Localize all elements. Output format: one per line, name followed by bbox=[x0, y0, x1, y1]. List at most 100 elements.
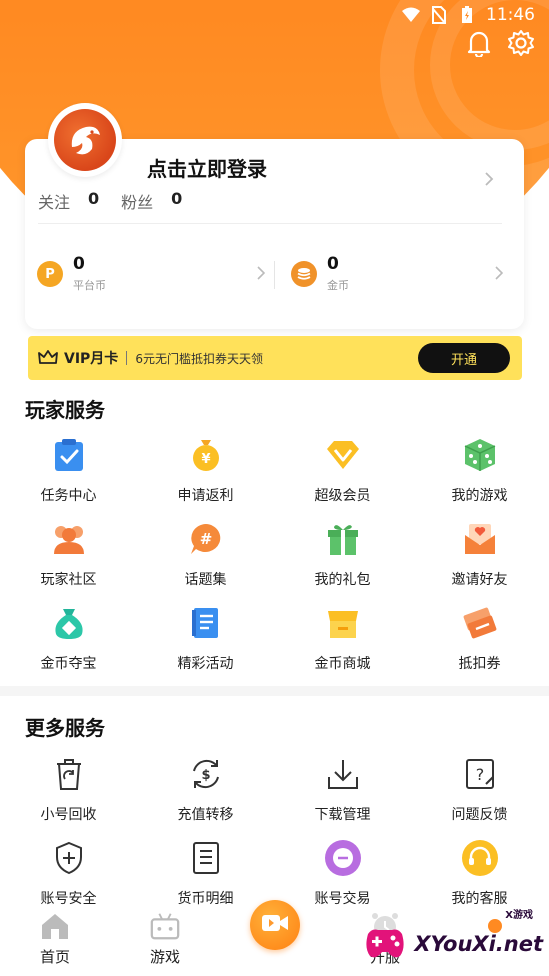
gold-coin-balance[interactable]: 0 金币 bbox=[291, 255, 349, 293]
service-apply-rebate[interactable]: ¥ 申请返利 bbox=[137, 435, 274, 519]
follow-stats: 关注 0 粉丝 0 bbox=[38, 189, 194, 213]
header-actions bbox=[465, 28, 535, 58]
service-invite-friends[interactable]: 邀请好友 bbox=[411, 519, 548, 603]
dice-icon bbox=[460, 435, 500, 475]
svg-text:?: ? bbox=[475, 765, 484, 784]
service-label: 玩家社区 bbox=[40, 572, 97, 588]
service-task-center[interactable]: 任务中心 bbox=[0, 435, 137, 519]
nav-games[interactable]: 游戏 bbox=[110, 906, 220, 976]
follow-label: 关注 bbox=[38, 193, 71, 212]
gold-coin-icon bbox=[291, 261, 317, 287]
gamepad-logo-icon bbox=[362, 922, 408, 966]
diamond-icon bbox=[323, 435, 363, 475]
service-label: 精彩活动 bbox=[177, 656, 234, 672]
game-icon bbox=[149, 910, 181, 942]
gold-coin-label: 金币 bbox=[327, 279, 349, 292]
fans-count[interactable]: 0 bbox=[171, 189, 182, 213]
login-prompt[interactable]: 点击立即登录 bbox=[147, 153, 267, 182]
chevron-right-icon bbox=[484, 171, 494, 192]
service-my-games[interactable]: 我的游戏 bbox=[411, 435, 548, 519]
headset-icon bbox=[460, 838, 500, 878]
vip-description: 6元无门槛抵扣券天天领 bbox=[135, 351, 263, 366]
clipboard-check-icon bbox=[49, 435, 89, 475]
fans-label: 粉丝 bbox=[121, 193, 154, 212]
feedback-icon: ? bbox=[460, 754, 500, 794]
service-topics[interactable]: # 话题集 bbox=[137, 519, 274, 603]
topic-hash-icon: # bbox=[186, 519, 226, 559]
watermark-text: XYouXi.net bbox=[414, 932, 543, 956]
service-label: 货币明细 bbox=[177, 891, 234, 907]
service-label: 充值转移 bbox=[177, 807, 234, 823]
home-icon bbox=[39, 910, 71, 942]
invite-envelope-icon bbox=[460, 519, 500, 559]
service-account-recycle[interactable]: 小号回收 bbox=[0, 754, 137, 838]
service-label: 超级会员 bbox=[314, 488, 371, 504]
section-divider bbox=[0, 686, 549, 696]
section-title-more-services: 更多服务 bbox=[25, 716, 105, 740]
bell-icon[interactable] bbox=[465, 28, 493, 58]
site-watermark: X游戏 XYouXi.net bbox=[362, 910, 543, 966]
divider bbox=[126, 351, 128, 365]
service-label: 小号回收 bbox=[40, 807, 97, 823]
wifi-icon bbox=[402, 6, 420, 24]
player-services-grid: 任务中心 ¥ 申请返利 超级会员 我的游戏 玩家社区 # 话题集 我的礼包 邀请… bbox=[0, 435, 549, 687]
service-label: 任务中心 bbox=[40, 488, 97, 504]
service-coupons[interactable]: 抵扣券 bbox=[411, 603, 548, 687]
service-label: 抵扣券 bbox=[458, 656, 501, 672]
app-screen: 11:46 点击立即登录 关注 0 粉丝 0 P 0 平台币 0 金币 VIP月… bbox=[0, 0, 549, 976]
platform-coin-balance[interactable]: P 0 平台币 bbox=[37, 255, 106, 293]
app-logo-icon bbox=[54, 109, 116, 171]
svg-text:#: # bbox=[199, 530, 212, 548]
money-bag-icon: ¥ bbox=[186, 435, 226, 475]
svg-text:¥: ¥ bbox=[201, 452, 210, 467]
vip-open-button[interactable]: 开通 bbox=[418, 343, 510, 373]
service-label: 申请返利 bbox=[177, 488, 234, 504]
avatar[interactable] bbox=[48, 103, 122, 177]
service-label: 我的礼包 bbox=[314, 572, 371, 588]
service-label: 我的客服 bbox=[451, 891, 508, 907]
service-feedback[interactable]: ? 问题反馈 bbox=[411, 754, 548, 838]
no-sim-icon bbox=[430, 6, 448, 24]
service-my-gift[interactable]: 我的礼包 bbox=[274, 519, 411, 603]
vip-title: VIP月卡 bbox=[64, 351, 119, 367]
service-download-manager[interactable]: 下载管理 bbox=[274, 754, 411, 838]
store-icon bbox=[323, 603, 363, 643]
recycle-bin-icon bbox=[49, 754, 89, 794]
community-icon bbox=[49, 519, 89, 559]
video-button[interactable] bbox=[250, 900, 300, 950]
nav-home[interactable]: 首页 bbox=[0, 906, 110, 976]
gear-icon[interactable] bbox=[507, 28, 535, 58]
service-recharge-transfer[interactable]: $ 充值转移 bbox=[137, 754, 274, 838]
service-label: 邀请好友 bbox=[451, 572, 508, 588]
follow-count[interactable]: 0 bbox=[88, 189, 99, 213]
chevron-right-icon bbox=[495, 265, 504, 284]
service-label: 下载管理 bbox=[314, 807, 371, 823]
service-label: 账号安全 bbox=[40, 891, 97, 907]
coupon-icon bbox=[460, 603, 500, 643]
svg-text:$: $ bbox=[201, 768, 210, 783]
section-title-player-services: 玩家服务 bbox=[25, 398, 105, 422]
download-icon bbox=[323, 754, 363, 794]
service-activities[interactable]: 精彩活动 bbox=[137, 603, 274, 687]
trade-icon bbox=[323, 838, 363, 878]
dollar-transfer-icon: $ bbox=[186, 754, 226, 794]
service-super-member[interactable]: 超级会员 bbox=[274, 435, 411, 519]
vip-banner[interactable]: VIP月卡 6元无门槛抵扣券天天领 开通 bbox=[28, 336, 522, 380]
service-gold-treasure[interactable]: 金币夺宝 bbox=[0, 603, 137, 687]
watermark-small-text: X游戏 bbox=[505, 910, 533, 921]
nav-label: 首页 bbox=[39, 948, 70, 966]
list-doc-icon bbox=[186, 838, 226, 878]
battery-icon bbox=[458, 6, 476, 24]
crown-icon bbox=[38, 348, 58, 368]
service-player-community[interactable]: 玩家社区 bbox=[0, 519, 137, 603]
gift-icon bbox=[323, 519, 363, 559]
service-gold-store[interactable]: 金币商城 bbox=[274, 603, 411, 687]
service-label: 金币商城 bbox=[314, 656, 371, 672]
treasure-bag-icon bbox=[49, 603, 89, 643]
service-label: 话题集 bbox=[184, 572, 227, 588]
divider bbox=[274, 261, 275, 289]
status-bar: 11:46 bbox=[0, 0, 549, 30]
divider bbox=[38, 223, 502, 224]
video-icon bbox=[261, 913, 289, 937]
service-label: 账号交易 bbox=[314, 891, 371, 907]
